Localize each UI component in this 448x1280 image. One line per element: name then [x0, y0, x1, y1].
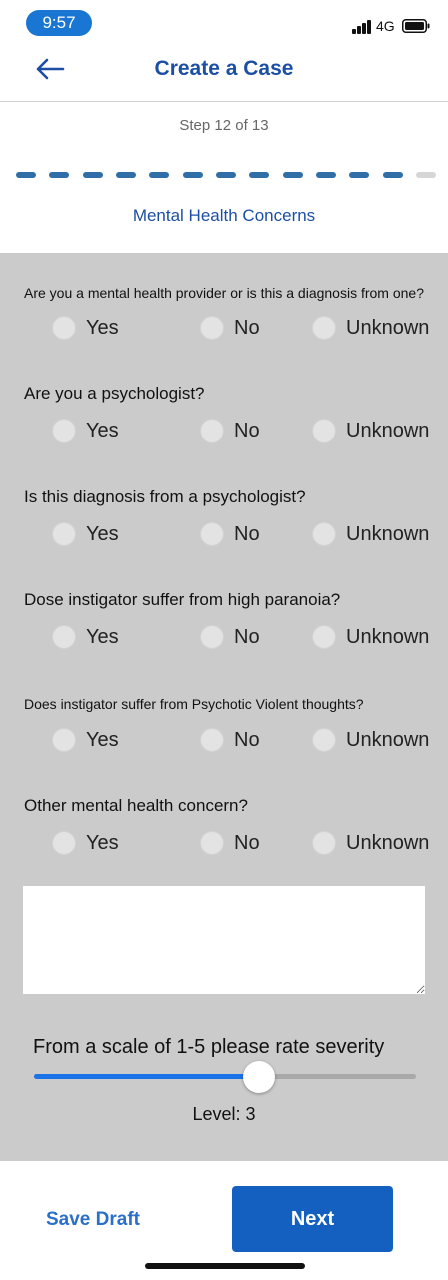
slider-fill: [34, 1074, 259, 1079]
question-5-text: Does instigator suffer from Psychotic Vi…: [24, 696, 364, 712]
question-2-option-no[interactable]: No: [200, 419, 260, 443]
question-6-option-unknown[interactable]: Unknown: [312, 831, 429, 855]
progress-dash-complete: [149, 172, 170, 178]
radio-circle-icon: [200, 522, 224, 546]
section-title: Mental Health Concerns: [132, 206, 316, 225]
progress-dash-complete: [382, 172, 403, 178]
option-label: Unknown: [346, 419, 430, 442]
option-label: Unknown: [346, 316, 430, 339]
option-label: No: [234, 625, 260, 648]
progress-dash-complete: [182, 172, 203, 178]
save-draft-button[interactable]: Save Draft: [46, 1209, 140, 1231]
option-label: No: [234, 316, 260, 339]
progress-dash-complete: [116, 172, 136, 178]
radio-circle-icon: [200, 625, 224, 649]
severity-level: Level: 3: [192, 1104, 256, 1124]
next-button[interactable]: Next: [232, 1186, 393, 1252]
status-time: 9:57: [26, 10, 92, 36]
radio-circle-icon: [312, 522, 336, 546]
question-6-text: Other mental health concern?: [24, 796, 248, 815]
footer-bar: Save Draft Next: [0, 1161, 448, 1280]
question-1-text: Are you a mental health provider or is t…: [24, 285, 424, 301]
option-label: Unknown: [346, 728, 430, 751]
page-title: Create a Case: [154, 57, 294, 80]
progress-dashes: [16, 172, 436, 178]
radio-circle-icon: [200, 728, 224, 752]
option-label: No: [234, 831, 260, 854]
battery-icon: [402, 19, 430, 33]
slider-thumb[interactable]: [243, 1061, 275, 1093]
progress-dash-complete: [82, 172, 103, 178]
question-4-option-yes[interactable]: Yes: [52, 625, 119, 649]
radio-circle-icon: [52, 728, 76, 752]
option-label: No: [234, 728, 260, 751]
question-2-option-unknown[interactable]: Unknown: [312, 419, 429, 443]
option-label: Unknown: [346, 522, 430, 545]
radio-circle-icon: [52, 419, 76, 443]
question-1-option-no[interactable]: No: [200, 316, 260, 340]
severity-label: From a scale of 1-5 please rate severity: [33, 1036, 385, 1058]
app-header: Create a Case: [0, 44, 448, 102]
radio-circle-icon: [200, 419, 224, 443]
signal-icon: [352, 20, 374, 34]
option-label: Yes: [86, 419, 119, 442]
radio-circle-icon: [52, 316, 76, 340]
progress-dash-complete: [216, 172, 236, 178]
question-3-option-no[interactable]: No: [200, 522, 260, 546]
progress-dash-complete: [316, 172, 336, 178]
progress-dash-complete: [282, 172, 303, 178]
progress-dash-complete: [16, 172, 36, 178]
question-2-text: Are you a psychologist?: [24, 384, 205, 403]
question-3-option-unknown[interactable]: Unknown: [312, 522, 429, 546]
question-4-text: Dose instigator suffer from high paranoi…: [24, 590, 341, 609]
radio-circle-icon: [312, 728, 336, 752]
radio-circle-icon: [200, 831, 224, 855]
question-5-option-yes[interactable]: Yes: [52, 728, 119, 752]
question-5-option-no[interactable]: No: [200, 728, 260, 752]
option-label: Yes: [86, 522, 119, 545]
question-4-option-no[interactable]: No: [200, 625, 260, 649]
radio-circle-icon: [312, 419, 336, 443]
radio-circle-icon: [52, 831, 76, 855]
radio-circle-icon: [312, 625, 336, 649]
radio-circle-icon: [200, 316, 224, 340]
question-1-option-yes[interactable]: Yes: [52, 316, 119, 340]
question-3-text: Is this diagnosis from a psychologist?: [24, 487, 306, 506]
step-indicator: Step 12 of 13: [179, 117, 269, 134]
progress-dash-complete: [349, 172, 370, 178]
status-bar: 9:57 4G: [0, 0, 448, 44]
radio-circle-icon: [312, 831, 336, 855]
option-label: No: [234, 522, 260, 545]
radio-circle-icon: [52, 625, 76, 649]
option-label: Yes: [86, 316, 119, 339]
option-label: No: [234, 419, 260, 442]
option-label: Yes: [86, 728, 119, 751]
option-label: Yes: [86, 831, 119, 854]
home-indicator: [145, 1263, 305, 1269]
other-concern-textarea[interactable]: [23, 886, 425, 994]
radio-circle-icon: [52, 522, 76, 546]
question-4-option-unknown[interactable]: Unknown: [312, 625, 429, 649]
network-type: 4G: [376, 18, 395, 34]
question-3-option-yes[interactable]: Yes: [52, 522, 119, 546]
option-label: Unknown: [346, 625, 430, 648]
question-1-option-unknown[interactable]: Unknown: [312, 316, 429, 340]
question-2-option-yes[interactable]: Yes: [52, 419, 119, 443]
radio-circle-icon: [312, 316, 336, 340]
question-6-option-no[interactable]: No: [200, 831, 260, 855]
question-6-option-yes[interactable]: Yes: [52, 831, 119, 855]
question-form: Are you a mental health provider or is t…: [0, 253, 448, 1161]
option-label: Unknown: [346, 831, 430, 854]
progress-dash-remaining: [416, 172, 436, 178]
progress-dash-complete: [49, 172, 70, 178]
severity-slider[interactable]: [34, 1061, 416, 1093]
question-5-option-unknown[interactable]: Unknown: [312, 728, 429, 752]
progress-dash-complete: [249, 172, 270, 178]
option-label: Yes: [86, 625, 119, 648]
